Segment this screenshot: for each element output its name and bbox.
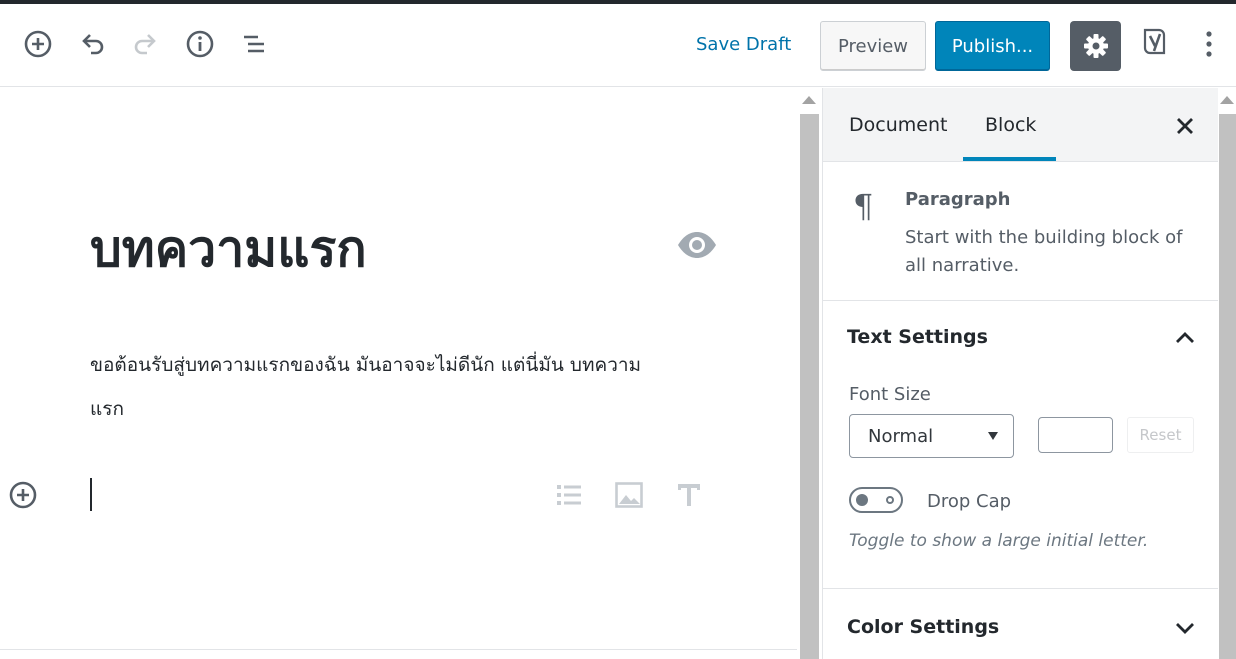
dropdown-arrow-icon (988, 432, 998, 440)
list-icon[interactable] (554, 480, 584, 514)
gear-icon (1083, 34, 1108, 58)
block-card: ¶ Paragraph Start with the building bloc… (823, 163, 1219, 301)
font-size-select[interactable]: Normal (849, 414, 1014, 458)
sidebar-scroll-up-icon[interactable] (1220, 96, 1234, 104)
paragraph-icon: ¶ (853, 187, 874, 225)
font-size-value: Normal (868, 426, 934, 447)
editor-divider (0, 649, 797, 650)
block-title: Paragraph (905, 189, 1011, 210)
chevron-down-icon[interactable] (1173, 616, 1197, 644)
editor-scrollbar[interactable] (797, 88, 822, 659)
drop-cap-help: Toggle to show a large initial letter. (849, 531, 1149, 551)
drop-cap-label: Drop Cap (927, 491, 1012, 512)
font-size-label: Font Size (849, 384, 931, 405)
save-draft-button[interactable]: Save Draft (696, 34, 791, 55)
drop-cap-toggle[interactable] (849, 487, 903, 513)
redo-icon[interactable] (130, 28, 162, 60)
yoast-icon[interactable] (1139, 26, 1171, 58)
scroll-thumb[interactable] (800, 114, 819, 659)
settings-sidebar: Document Block ¶ Paragraph Start with th… (822, 88, 1219, 659)
color-settings-panel: Color Settings (823, 590, 1219, 659)
close-icon[interactable] (1173, 114, 1197, 142)
sidebar-scroll-thumb[interactable] (1219, 114, 1236, 659)
inline-add-block-icon[interactable] (8, 480, 38, 514)
text-cursor (90, 478, 92, 511)
text-settings-toggle[interactable]: Text Settings (847, 326, 988, 348)
add-block-icon[interactable] (22, 28, 54, 60)
publish-button[interactable]: Publish... (935, 21, 1050, 71)
heading-icon[interactable] (674, 480, 704, 514)
toggle-knob (856, 494, 868, 506)
custom-font-size-input[interactable] (1038, 417, 1113, 453)
post-title[interactable]: บทความแรก (90, 210, 367, 289)
tab-block[interactable]: Block (985, 114, 1036, 136)
more-options-icon[interactable] (1193, 28, 1225, 60)
toggle-off-indicator (886, 496, 894, 504)
editor-toolbar: Save Draft Preview Publish... (0, 4, 1236, 87)
sidebar-scrollbar[interactable] (1218, 88, 1236, 659)
settings-button[interactable] (1070, 21, 1121, 71)
outline-icon[interactable] (238, 28, 270, 60)
eye-icon[interactable] (676, 230, 718, 264)
sidebar-tabs: Document Block (823, 88, 1219, 162)
paragraph-block[interactable]: ขอต้อนรับสู่บทความแรกของฉัน มันอาจจะไม่ด… (90, 343, 670, 431)
reset-button[interactable]: Reset (1127, 417, 1194, 453)
tab-document[interactable]: Document (849, 114, 947, 136)
undo-icon[interactable] (76, 28, 108, 60)
image-icon[interactable] (614, 480, 644, 514)
block-description: Start with the building block of all nar… (905, 227, 1183, 276)
active-tab-indicator (963, 157, 1056, 161)
chevron-up-icon[interactable] (1173, 326, 1197, 354)
info-icon[interactable] (184, 28, 216, 60)
color-settings-toggle[interactable]: Color Settings (847, 616, 999, 638)
preview-button[interactable]: Preview (820, 21, 926, 71)
text-settings-panel: Text Settings Font Size Normal Reset Dro… (823, 302, 1219, 589)
scroll-up-icon[interactable] (802, 96, 816, 104)
